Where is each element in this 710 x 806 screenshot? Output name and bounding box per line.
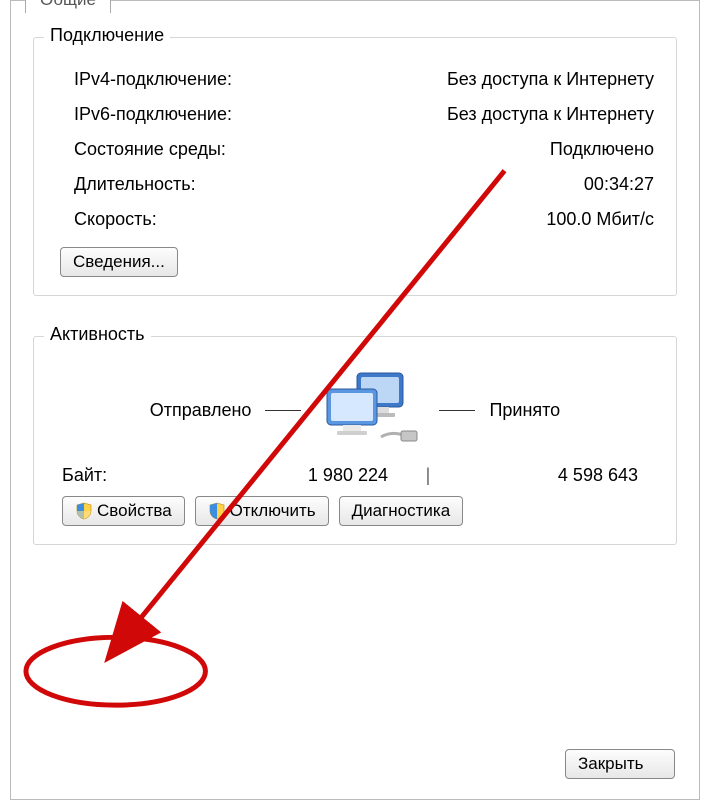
activity-buttons: Свойства Отключить Диагностика	[62, 496, 648, 526]
connection-group: Подключение IPv4-подключение: Без доступ…	[33, 37, 677, 296]
bytes-sent-value: 1 980 224	[182, 465, 424, 486]
status-dialog: Общие Подключение IPv4-подключение: Без …	[10, 0, 700, 800]
details-button[interactable]: Сведения...	[60, 247, 178, 277]
speed-value: 100.0 Мбит/с	[546, 209, 654, 230]
duration-label: Длительность:	[56, 174, 196, 195]
duration-value: 00:34:27	[584, 174, 654, 195]
bottom-bar: Закрыть	[565, 749, 675, 779]
received-label: Принято	[489, 400, 560, 421]
ipv6-row: IPv6-подключение: Без доступа к Интернет…	[56, 97, 654, 132]
dash-left	[265, 410, 301, 411]
media-state-row: Состояние среды: Подключено	[56, 132, 654, 167]
duration-row: Длительность: 00:34:27	[56, 167, 654, 202]
tab-general[interactable]: Общие	[25, 0, 111, 13]
shield-icon	[75, 502, 93, 520]
ipv6-label: IPv6-подключение:	[56, 104, 232, 125]
ipv4-label: IPv4-подключение:	[56, 69, 232, 90]
dash-right	[439, 410, 475, 411]
ipv6-value: Без доступа к Интернету	[447, 104, 654, 125]
properties-button[interactable]: Свойства	[62, 496, 185, 526]
disable-button[interactable]: Отключить	[195, 496, 329, 526]
close-button[interactable]: Закрыть	[565, 749, 675, 779]
bytes-received-value: 4 598 643	[432, 465, 648, 486]
ipv4-value: Без доступа к Интернету	[447, 69, 654, 90]
bytes-separator: |	[424, 465, 432, 486]
sent-label: Отправлено	[150, 400, 252, 421]
diagnose-button-label: Диагностика	[352, 501, 451, 521]
disable-button-label: Отключить	[230, 501, 316, 521]
network-computers-icon	[315, 369, 425, 451]
media-state-value: Подключено	[550, 139, 654, 160]
speed-label: Скорость:	[56, 209, 157, 230]
bytes-row: Байт: 1 980 224 | 4 598 643	[56, 451, 654, 492]
activity-summary: Отправлено	[56, 369, 654, 451]
properties-button-label: Свойства	[97, 501, 172, 521]
tab-strip: Общие	[11, 1, 699, 13]
dialog-content: Подключение IPv4-подключение: Без доступ…	[11, 13, 699, 545]
media-state-label: Состояние среды:	[56, 139, 226, 160]
activity-group: Активность Отправлено	[33, 336, 677, 545]
ipv4-row: IPv4-подключение: Без доступа к Интернет…	[56, 62, 654, 97]
shield-icon	[208, 502, 226, 520]
diagnose-button[interactable]: Диагностика	[339, 496, 464, 526]
activity-title: Активность	[44, 324, 151, 345]
speed-row: Скорость: 100.0 Мбит/с	[56, 202, 654, 237]
bytes-label: Байт:	[62, 465, 182, 486]
connection-title: Подключение	[44, 25, 170, 46]
